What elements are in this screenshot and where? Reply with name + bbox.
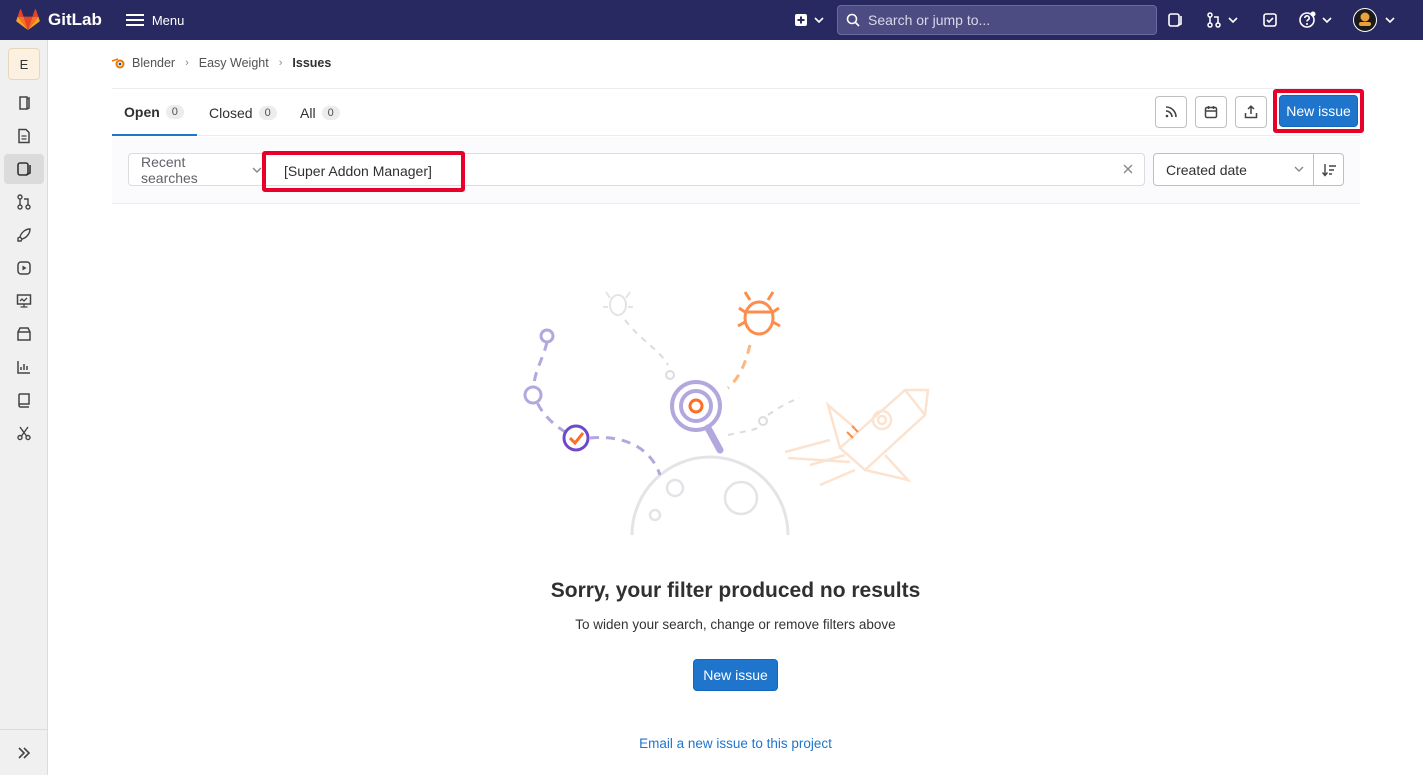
todos-button[interactable]: [1261, 6, 1279, 34]
breadcrumb-project[interactable]: Easy Weight: [199, 56, 269, 70]
empty-state-illustration: [523, 291, 930, 536]
book-icon: [18, 393, 30, 408]
merge-request-icon: [1207, 12, 1221, 28]
tab-label: Closed: [209, 104, 253, 121]
avatar: [1353, 8, 1377, 32]
chevron-down-icon: [1228, 17, 1238, 24]
chevron-down-icon: [1322, 17, 1332, 24]
export-icon: [1244, 105, 1258, 119]
new-issue-highlight: New issue: [1273, 89, 1364, 133]
tab-all[interactable]: All 0: [300, 89, 340, 136]
create-new-dropdown[interactable]: [791, 6, 827, 34]
tab-label: Open: [124, 103, 160, 120]
tab-open[interactable]: Open 0: [112, 89, 197, 136]
hamburger-icon: [125, 14, 144, 26]
sort-direction-button[interactable]: [1313, 153, 1344, 186]
recent-searches-label: Recent searches: [141, 153, 198, 186]
calendar-feed-button[interactable]: [1195, 96, 1227, 128]
chevron-down-icon: [1385, 17, 1395, 24]
project-initial: E: [19, 56, 29, 72]
blender-logo-icon: [112, 58, 125, 69]
sidebar-item-repository[interactable]: [4, 121, 44, 151]
sidebar-item-snippets[interactable]: [4, 418, 44, 448]
gitlab-logo[interactable]: GitLab: [16, 9, 102, 31]
chevron-right-icon: ›: [185, 57, 189, 69]
sidebar-item-wiki[interactable]: [4, 385, 44, 415]
tab-label: All: [300, 104, 316, 121]
menu-label: Menu: [151, 12, 185, 28]
search-term-highlight: [262, 151, 465, 192]
clear-search-icon[interactable]: [1122, 162, 1134, 178]
filter-bar: Recent searches Created date: [112, 137, 1360, 204]
chevron-down-icon: [814, 17, 824, 24]
package-icon: [17, 327, 31, 341]
rss-icon: [1165, 106, 1177, 118]
new-issue-button[interactable]: New issue: [693, 659, 778, 691]
global-search[interactable]: [837, 5, 1157, 35]
sidebar-item-merge-requests[interactable]: [4, 187, 44, 217]
issues-shortcut[interactable]: [1166, 6, 1184, 34]
sidebar-item-analytics[interactable]: [4, 352, 44, 382]
document-icon: [18, 128, 30, 144]
top-navbar: GitLab Menu: [0, 0, 1423, 40]
sidebar-item-deployments[interactable]: [4, 253, 44, 283]
breadcrumb-group-label: Blender: [132, 56, 176, 70]
help-dropdown[interactable]: [1297, 6, 1333, 34]
chevron-down-icon: [252, 167, 262, 173]
search-icon: [846, 13, 860, 27]
empty-state-title: Sorry, your filter produced no results: [550, 579, 921, 602]
chart-icon: [17, 361, 30, 374]
project-icon: [19, 96, 30, 110]
chevron-right-icon: ›: [278, 57, 283, 69]
sidebar-item-monitor[interactable]: [4, 286, 44, 316]
monitor-icon: [16, 294, 32, 308]
filtered-search-box[interactable]: Recent searches: [128, 151, 1145, 192]
new-issue-button[interactable]: New issue: [1279, 95, 1358, 127]
calendar-icon: [1204, 106, 1218, 119]
tab-count: 0: [321, 105, 340, 120]
user-menu-dropdown[interactable]: [1353, 6, 1395, 34]
tab-count: 0: [258, 105, 277, 120]
project-avatar[interactable]: E: [8, 48, 40, 80]
plus-square-icon: [795, 14, 807, 26]
collapse-sidebar-button[interactable]: [0, 729, 48, 775]
filter-search-input[interactable]: [284, 155, 444, 186]
project-sidebar: E: [0, 40, 48, 775]
issues-icon: [1168, 13, 1182, 27]
chevron-down-icon: [1294, 166, 1304, 172]
sidebar-item-issues[interactable]: [4, 154, 44, 184]
breadcrumb-group[interactable]: Blender: [112, 56, 175, 70]
merge-request-icon: [17, 194, 31, 210]
sidebar-item-project-overview[interactable]: [4, 88, 44, 118]
todo-checkbox-icon: [1263, 13, 1277, 27]
recent-searches-dropdown[interactable]: Recent searches: [129, 153, 263, 186]
search-input[interactable]: [868, 12, 1148, 28]
scissors-icon: [17, 426, 31, 441]
export-button[interactable]: [1235, 96, 1267, 128]
tab-count: 0: [165, 104, 184, 119]
tab-closed[interactable]: Closed 0: [209, 89, 277, 136]
rocket-icon: [17, 228, 31, 242]
issues-icon: [17, 162, 31, 176]
help-question-icon: [1299, 11, 1316, 28]
double-chevron-right-icon: [18, 746, 31, 759]
empty-state-subtitle: To widen your search, change or remove f…: [575, 617, 896, 632]
email-new-issue-link[interactable]: Email a new issue to this project: [48, 736, 1423, 751]
brand-name: GitLab: [48, 10, 102, 29]
merge-requests-dropdown[interactable]: [1204, 6, 1240, 34]
sidebar-item-ci-cd[interactable]: [4, 220, 44, 250]
menu-button[interactable]: Menu: [125, 12, 185, 28]
sort-dropdown[interactable]: Created date: [1153, 153, 1314, 186]
sidebar-item-packages[interactable]: [4, 319, 44, 349]
rss-feed-button[interactable]: [1155, 96, 1187, 128]
breadcrumb: Blender › Easy Weight › Issues: [112, 56, 331, 70]
deployments-icon: [17, 261, 31, 275]
sort-label: Created date: [1166, 161, 1247, 178]
sort-lowest-icon: [1321, 163, 1336, 177]
gitlab-tanuki-icon: [16, 9, 40, 30]
breadcrumb-current[interactable]: Issues: [292, 56, 331, 70]
